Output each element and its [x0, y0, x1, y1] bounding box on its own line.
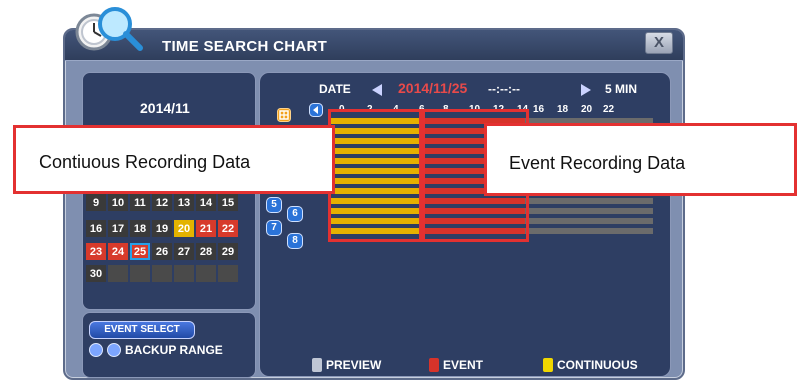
calendar-day[interactable]: 10	[108, 194, 128, 211]
calendar-day-event[interactable]: 24	[108, 243, 128, 260]
calendar-week-row: 16 17 18 19 20 21 22	[86, 220, 238, 237]
calendar-day[interactable]: 28	[196, 243, 216, 260]
calendar-day[interactable]: 26	[152, 243, 172, 260]
calendar-empty-cell	[108, 265, 128, 282]
backup-range-control: BACKUP RANGE	[89, 343, 223, 357]
calendar-day[interactable]: 14	[196, 194, 216, 211]
continuous-callout: Contiuous Recording Data	[13, 125, 335, 194]
title-bar: TIME SEARCH CHART X	[65, 30, 683, 61]
date-value: 2014/11/25	[398, 80, 468, 96]
channel-8-button[interactable]: 8	[287, 233, 303, 249]
calendar-empty-cell	[174, 265, 194, 282]
calendar-day-event[interactable]: 22	[218, 220, 238, 237]
calendar-week-row: 30	[86, 265, 238, 282]
empty-segment	[525, 218, 653, 224]
empty-segment	[525, 198, 653, 204]
calendar-day[interactable]: 9	[86, 194, 106, 211]
channel-6-button[interactable]: 6	[287, 206, 303, 222]
calendar-day[interactable]: 16	[86, 220, 106, 237]
event-callout-text: Event Recording Data	[509, 153, 686, 173]
calendar-day-event[interactable]: 23	[86, 243, 106, 260]
hour-label: 16	[533, 104, 545, 115]
calendar-day[interactable]: 30	[86, 265, 106, 282]
event-select-button[interactable]: EVENT SELECT	[89, 321, 195, 339]
continuous-highlight-box	[328, 109, 422, 242]
calendar-day[interactable]: 29	[218, 243, 238, 260]
event-callout: Event Recording Data	[484, 123, 797, 196]
legend-event: EVENT	[429, 358, 483, 372]
calendar-day[interactable]: 11	[130, 194, 150, 211]
backup-left-button[interactable]	[89, 343, 103, 357]
legend-continuous-label: CONTINUOUS	[557, 358, 638, 372]
calendar-day-continuous[interactable]: 20	[174, 220, 194, 237]
legend-event-label: EVENT	[443, 358, 484, 372]
calendar-day[interactable]: 18	[130, 220, 150, 237]
calendar-day[interactable]: 15	[218, 194, 238, 211]
backup-right-button[interactable]	[107, 343, 121, 357]
calendar-week-row: 9 10 11 12 13 14 15	[86, 194, 238, 211]
calendar-day[interactable]: 12	[152, 194, 172, 211]
calendar-empty-cell	[130, 265, 150, 282]
calendar-day-event[interactable]: 21	[196, 220, 216, 237]
calendar-day-selected[interactable]: 25	[130, 243, 150, 260]
continuous-legend-swatch	[543, 358, 553, 372]
previous-date-button[interactable]	[372, 84, 382, 96]
calendar-day[interactable]: 27	[174, 243, 194, 260]
legend-preview-label: PREVIEW	[326, 358, 382, 372]
hour-label: 18	[557, 104, 569, 115]
calendar-empty-cell	[196, 265, 216, 282]
calendar-week-row: 23 24 25 26 27 28 29	[86, 243, 238, 260]
event-legend-swatch	[429, 358, 439, 372]
scroll-left-icon[interactable]	[309, 103, 323, 117]
legend-continuous: CONTINUOUS	[543, 358, 638, 372]
date-label: DATE	[319, 82, 351, 96]
window-title: TIME SEARCH CHART	[162, 38, 328, 55]
hour-label: 20	[581, 104, 593, 115]
interval-label: 5 MIN	[605, 82, 638, 96]
calendar-day[interactable]: 13	[174, 194, 194, 211]
backup-range-label: BACKUP RANGE	[125, 343, 223, 357]
calendar-empty-cell	[152, 265, 172, 282]
hour-label: 22	[603, 104, 615, 115]
calendar-day[interactable]: 17	[108, 220, 128, 237]
calendar-month: 2014/11	[140, 100, 190, 116]
empty-segment	[525, 228, 653, 234]
time-value: --:--:--	[488, 82, 520, 96]
channel-5-button[interactable]: 5	[266, 197, 282, 213]
empty-segment	[525, 208, 653, 214]
channel-7-button[interactable]: 7	[266, 220, 282, 236]
close-button[interactable]: X	[645, 32, 673, 54]
calendar-day[interactable]: 19	[152, 220, 172, 237]
preview-icon	[312, 358, 322, 372]
continuous-callout-text: Contiuous Recording Data	[39, 152, 251, 172]
clock-search-icon	[75, 7, 143, 51]
legend-preview: PREVIEW	[312, 358, 381, 372]
grid-icon[interactable]	[277, 108, 291, 122]
calendar-empty-cell	[218, 265, 238, 282]
next-date-button[interactable]	[581, 84, 591, 96]
